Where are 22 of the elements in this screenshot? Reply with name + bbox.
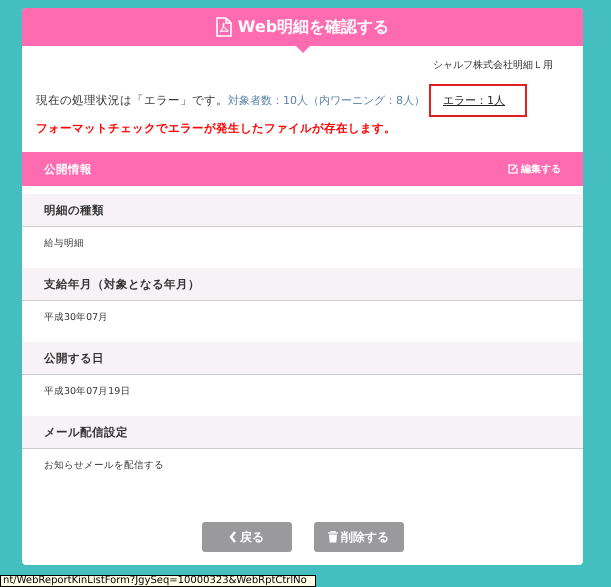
field-label: 公開する日 xyxy=(22,342,583,375)
field-value: 平成30年07月 xyxy=(43,311,110,325)
edit-icon xyxy=(508,164,518,174)
trash-icon xyxy=(328,531,338,543)
target-count: 対象者数：10人（内ワーニング：8人） xyxy=(228,93,425,108)
delete-button[interactable]: 削除する xyxy=(314,522,404,552)
field-label: メール配信設定 xyxy=(22,416,583,449)
status-text: 現在の処理状況は「エラー」です。 xyxy=(36,93,228,108)
field-label: 明細の種類 xyxy=(22,194,583,227)
chevron-left-icon xyxy=(229,531,237,543)
back-button[interactable]: 戻る xyxy=(202,522,292,552)
field-value: 給与明細 xyxy=(43,237,85,251)
field-label: 支給年月（対象となる年月） xyxy=(22,268,583,301)
field-value: 平成30年07月19日 xyxy=(43,385,132,399)
section-title: 公開情報 xyxy=(44,162,92,176)
page-title: Web明細を確認する xyxy=(238,16,390,38)
error-message: フォーマットチェックでエラーが発生したファイルが存在します。 xyxy=(35,120,397,136)
field-value: お知らせメールを配信する xyxy=(43,459,165,473)
company-name: シャルフ株式会社明細Ｌ用 xyxy=(433,58,553,72)
error-count-link[interactable]: エラー：1人 xyxy=(429,84,527,117)
pdf-file-icon xyxy=(216,17,232,37)
edit-link[interactable]: 編集する xyxy=(508,162,561,176)
